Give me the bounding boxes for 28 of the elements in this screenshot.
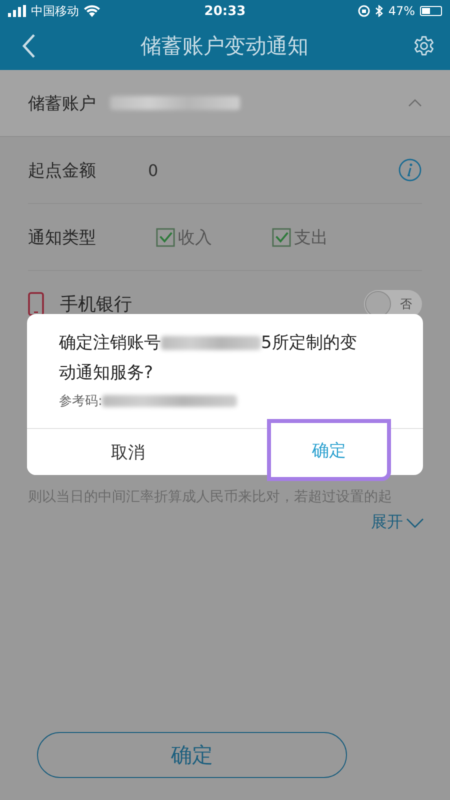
field-label: 起点金额 — [28, 160, 97, 182]
back-icon[interactable] — [22, 33, 36, 59]
battery-icon — [420, 6, 442, 16]
expand-link[interactable]: 展开 — [371, 512, 424, 533]
field-label: 手机银行 — [60, 293, 132, 316]
amount-value: 0 — [148, 160, 158, 180]
checkbox-option[interactable]: 收入 — [156, 226, 212, 248]
clock-time: 20:33 — [204, 4, 246, 18]
checkbox-option[interactable]: 支出 — [272, 226, 328, 248]
account-label: 储蓄账户 — [28, 92, 96, 114]
lock-rotation-icon — [358, 5, 370, 17]
bluetooth-icon — [375, 5, 384, 17]
page-title: 储蓄账户变动通知 — [140, 33, 308, 60]
dialog-message-middle: 5所定制的变 — [261, 332, 357, 355]
reference-label: 参考码: — [59, 393, 102, 410]
account-header[interactable]: 储蓄账户 — [0, 70, 450, 137]
dialog-button[interactable]: 确定 — [267, 419, 391, 481]
phone-icon — [28, 292, 44, 316]
field-label: 通知类型 — [28, 226, 97, 248]
carrier-name: 中国移动 — [31, 2, 79, 20]
settings-icon[interactable] — [413, 35, 435, 57]
dialog-message-start: 确定注销账号 — [59, 332, 161, 355]
dialog-message-end: 动通知服务? — [59, 362, 154, 385]
chevron-down-icon — [406, 518, 424, 528]
signal-icon — [8, 5, 26, 17]
confirm-button[interactable]: 确定 — [37, 732, 347, 778]
wifi-icon — [84, 5, 100, 17]
battery-percent: 47% — [388, 4, 415, 18]
